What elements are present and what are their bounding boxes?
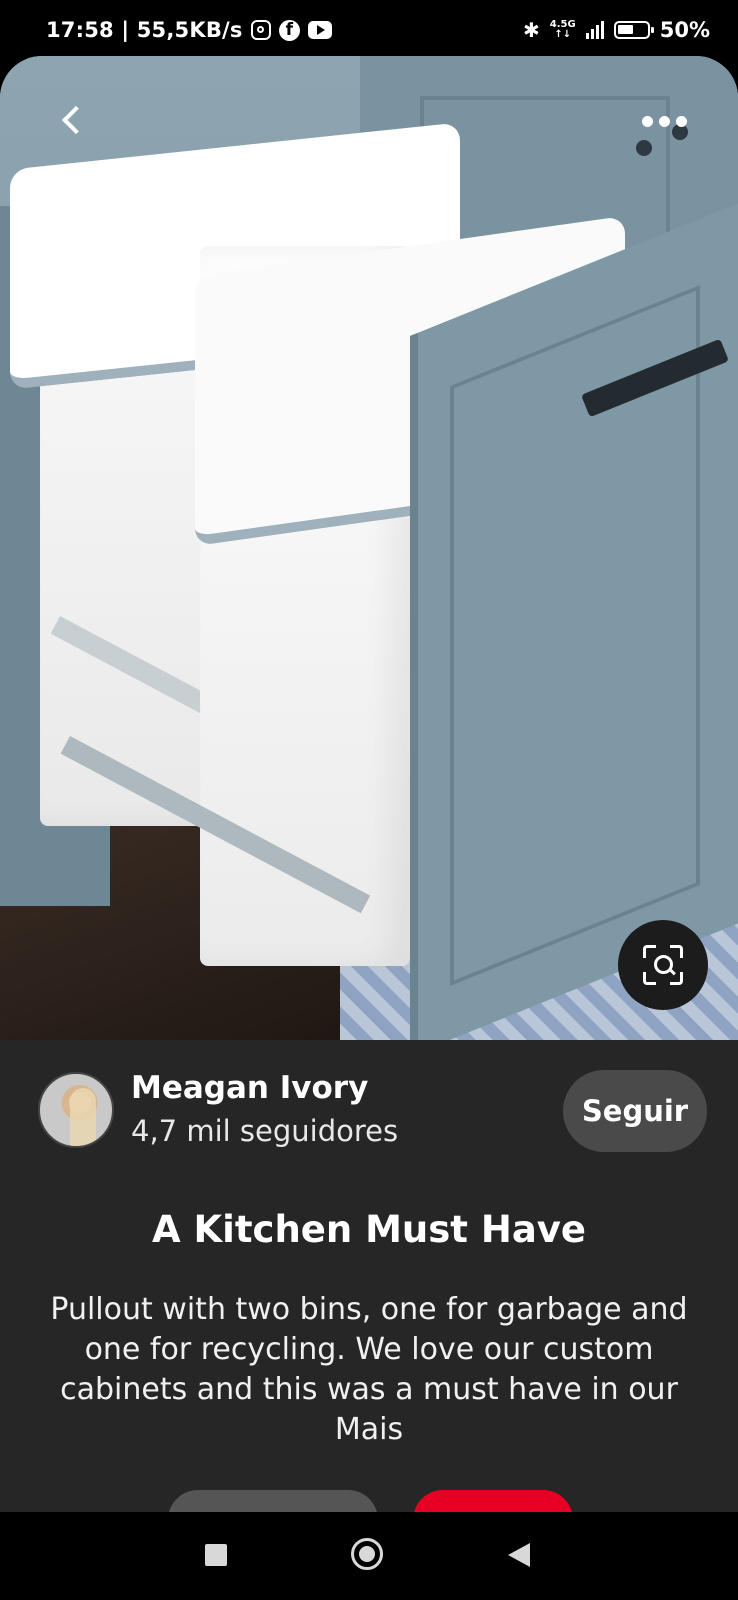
pin-details: Meagan Ivory 4,7 mil seguidores Seguir A… (0, 1040, 738, 1550)
follow-button[interactable]: Seguir (563, 1070, 707, 1152)
follower-count: 4,7 mil seguidores (131, 1114, 399, 1148)
home-icon[interactable] (351, 1538, 383, 1570)
instagram-icon (250, 20, 271, 40)
chevron-left-icon (61, 105, 91, 135)
avatar[interactable] (38, 1072, 114, 1148)
pin-title: A Kitchen Must Have (151, 1208, 587, 1251)
lens-search-icon (643, 945, 683, 985)
recents-icon[interactable] (205, 1544, 227, 1566)
dot (658, 115, 670, 127)
facebook-icon (278, 19, 300, 41)
status-right: ✱ 4.5G ↑↓ 50% (523, 18, 710, 42)
signal-icon (585, 21, 604, 39)
dot (675, 115, 687, 127)
youtube-icon (307, 21, 332, 39)
dot (641, 115, 653, 127)
pin-description: Pullout with two bins, one for garbage a… (40, 1290, 698, 1450)
status-left: 17:58 | 55,5KB/s (46, 18, 332, 42)
visual-search-button[interactable] (618, 920, 708, 1010)
battery-level: 50% (659, 18, 710, 42)
back-icon[interactable] (508, 1543, 530, 1567)
bluetooth-icon: ✱ (523, 18, 540, 42)
back-button[interactable] (50, 98, 94, 142)
description-text: Pullout with two bins, one for garbage a… (50, 1292, 688, 1407)
pin-image[interactable] (0, 56, 738, 1040)
creator-name[interactable]: Meagan Ivory (131, 1070, 368, 1106)
more-options-button[interactable] (636, 106, 692, 136)
status-time-speed: 17:58 | 55,5KB/s (46, 18, 243, 42)
more-link[interactable]: Mais (40, 1410, 698, 1450)
status-bar: 17:58 | 55,5KB/s ✱ 4.5G↑↓ 50% (0, 0, 738, 60)
network-type: 4.5G ↑↓ (549, 19, 576, 40)
battery-icon (613, 21, 654, 39)
